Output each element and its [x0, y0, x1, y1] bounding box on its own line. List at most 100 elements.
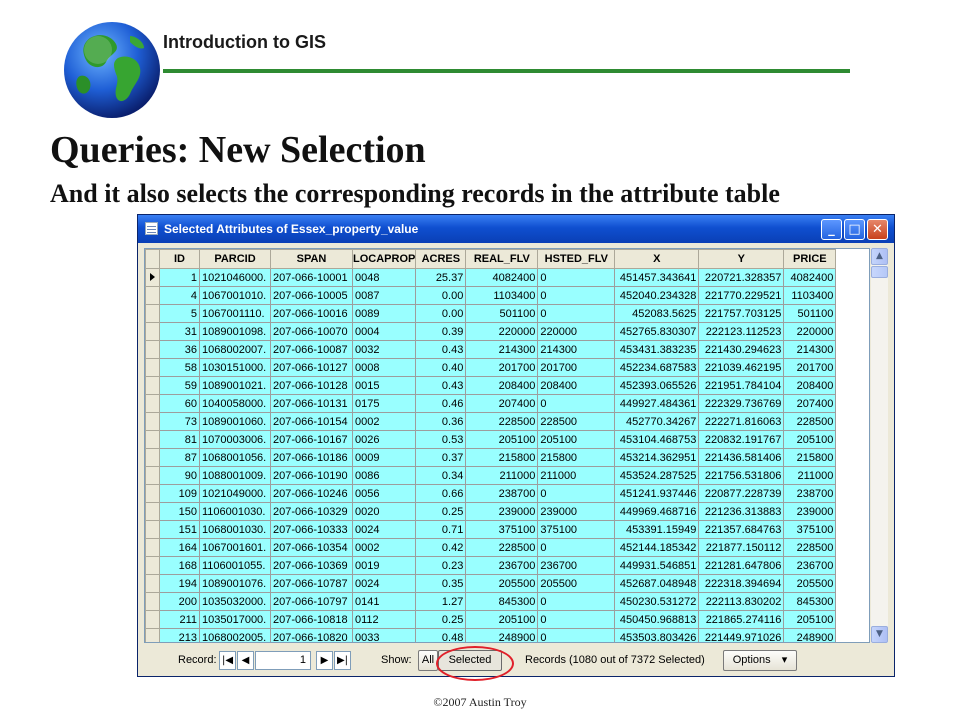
minimize-button[interactable]: _ [821, 219, 842, 240]
row-selector[interactable] [145, 592, 160, 611]
row-selector[interactable] [145, 574, 160, 593]
cell-acres[interactable]: 0.34 [415, 466, 467, 485]
cell-x[interactable]: 452144.185342 [614, 538, 700, 557]
cell-hsted-flv[interactable]: 0 [537, 268, 616, 287]
cell-x[interactable]: 453524.287525 [614, 466, 700, 485]
cell-x[interactable]: 449969.468716 [614, 502, 700, 521]
table-row[interactable]: 109 1021049000. 207-066-10246 0056 0.66 23870… [145, 484, 837, 503]
cell-parcid[interactable]: 1106001030. [199, 502, 271, 521]
cell-locaprop[interactable]: 0048 [351, 268, 417, 287]
cell-x[interactable]: 452040.234328 [614, 286, 700, 305]
cell-id[interactable]: 87 [159, 448, 200, 467]
cell-price[interactable]: 1103400 [783, 286, 837, 305]
cell-hsted-flv[interactable]: 0 [537, 610, 616, 629]
row-selector[interactable] [145, 394, 160, 413]
cell-real-flv[interactable]: 228500 [465, 412, 539, 431]
table-row[interactable]: 58 1030151000. 207-066-10127 0008 0.40 201700… [145, 358, 837, 377]
cell-price[interactable]: 205100 [783, 430, 837, 449]
cell-parcid[interactable]: 1089001060. [199, 412, 271, 431]
column-header-acres[interactable]: ACRES [415, 249, 467, 269]
cell-hsted-flv[interactable]: 214300 [537, 340, 616, 359]
cell-y[interactable]: 222329.736769 [698, 394, 785, 413]
cell-span[interactable]: 207-066-10329 [270, 502, 353, 521]
cell-locaprop[interactable]: 0008 [351, 358, 417, 377]
cell-hsted-flv[interactable]: 375100 [537, 520, 616, 539]
cell-id[interactable]: 90 [159, 466, 200, 485]
cell-acres[interactable]: 0.46 [415, 394, 467, 413]
cell-id[interactable]: 4 [159, 286, 200, 305]
cell-price[interactable]: 4082400 [783, 268, 837, 287]
cell-id[interactable]: 58 [159, 358, 200, 377]
cell-hsted-flv[interactable]: 0 [537, 592, 616, 611]
cell-hsted-flv[interactable]: 228500 [537, 412, 616, 431]
cell-y[interactable]: 221951.784104 [698, 376, 785, 395]
column-header-y[interactable]: Y [698, 249, 785, 269]
cell-span[interactable]: 207-066-10087 [270, 340, 353, 359]
cell-hsted-flv[interactable]: 0 [537, 394, 616, 413]
cell-x[interactable]: 453503.803426 [614, 628, 700, 642]
cell-locaprop[interactable]: 0112 [351, 610, 417, 629]
cell-parcid[interactable]: 1040058000. [199, 394, 271, 413]
close-button[interactable]: ✕ [867, 219, 888, 240]
cell-id[interactable]: 211 [159, 610, 200, 629]
column-header-x[interactable]: X [614, 249, 700, 269]
first-record-button[interactable]: |◀ [219, 651, 236, 670]
window-titlebar[interactable]: Selected Attributes of Essex_property_va… [138, 215, 894, 243]
cell-locaprop[interactable]: 0032 [351, 340, 417, 359]
cell-y[interactable]: 221877.150112 [698, 538, 785, 557]
cell-parcid[interactable]: 1070003006. [199, 430, 271, 449]
cell-hsted-flv[interactable]: 205500 [537, 574, 616, 593]
cell-locaprop[interactable]: 0009 [351, 448, 417, 467]
cell-price[interactable]: 208400 [783, 376, 837, 395]
cell-acres[interactable]: 0.43 [415, 376, 467, 395]
cell-locaprop[interactable]: 0033 [351, 628, 417, 642]
cell-price[interactable]: 238700 [783, 484, 837, 503]
row-selector[interactable] [145, 520, 160, 539]
cell-y[interactable]: 222318.394694 [698, 574, 785, 593]
cell-id[interactable]: 150 [159, 502, 200, 521]
cell-id[interactable]: 109 [159, 484, 200, 503]
cell-real-flv[interactable]: 239000 [465, 502, 539, 521]
cell-locaprop[interactable]: 0020 [351, 502, 417, 521]
row-selector[interactable] [145, 610, 160, 629]
column-header-parcid[interactable]: PARCID [199, 249, 271, 269]
table-row[interactable]: 211 1035017000. 207-066-10818 0112 0.25 20510… [145, 610, 837, 629]
cell-real-flv[interactable]: 205500 [465, 574, 539, 593]
cell-price[interactable]: 201700 [783, 358, 837, 377]
cell-span[interactable]: 207-066-10818 [270, 610, 353, 629]
row-selector[interactable] [145, 268, 160, 287]
cell-real-flv[interactable]: 205100 [465, 430, 539, 449]
cell-hsted-flv[interactable]: 236700 [537, 556, 616, 575]
cell-x[interactable]: 453431.383235 [614, 340, 700, 359]
cell-parcid[interactable]: 1068002007. [199, 340, 271, 359]
cell-price[interactable]: 375100 [783, 520, 837, 539]
cell-span[interactable]: 207-066-10131 [270, 394, 353, 413]
column-header-hsted-flv[interactable]: HSTED_FLV [537, 249, 616, 269]
cell-id[interactable]: 5 [159, 304, 200, 323]
cell-span[interactable]: 207-066-10369 [270, 556, 353, 575]
cell-span[interactable]: 207-066-10127 [270, 358, 353, 377]
cell-locaprop[interactable]: 0002 [351, 412, 417, 431]
table-row[interactable]: 59 1089001021. 207-066-10128 0015 0.43 208400… [145, 376, 837, 395]
cell-span[interactable]: 207-066-10190 [270, 466, 353, 485]
cell-x[interactable]: 453104.468753 [614, 430, 700, 449]
cell-acres[interactable]: 0.25 [415, 502, 467, 521]
cell-y[interactable]: 220832.191767 [698, 430, 785, 449]
table-row[interactable]: 5 1067001110. 207-066-10016 0089 0.00 501100 0… [145, 304, 837, 323]
cell-real-flv[interactable]: 236700 [465, 556, 539, 575]
cell-parcid[interactable]: 1035032000. [199, 592, 271, 611]
show-all-button[interactable]: All [418, 650, 438, 671]
cell-x[interactable]: 453391.15949 [614, 520, 700, 539]
last-record-button[interactable]: ▶| [334, 651, 351, 670]
cell-price[interactable]: 205500 [783, 574, 837, 593]
cell-hsted-flv[interactable]: 220000 [537, 322, 616, 341]
cell-parcid[interactable]: 1067001010. [199, 286, 271, 305]
cell-x[interactable]: 451241.937446 [614, 484, 700, 503]
cell-parcid[interactable]: 1068001056. [199, 448, 271, 467]
cell-locaprop[interactable]: 0015 [351, 376, 417, 395]
cell-span[interactable]: 207-066-10154 [270, 412, 353, 431]
cell-price[interactable]: 211000 [783, 466, 837, 485]
cell-price[interactable]: 239000 [783, 502, 837, 521]
cell-y[interactable]: 221770.229521 [698, 286, 785, 305]
cell-locaprop[interactable]: 0086 [351, 466, 417, 485]
